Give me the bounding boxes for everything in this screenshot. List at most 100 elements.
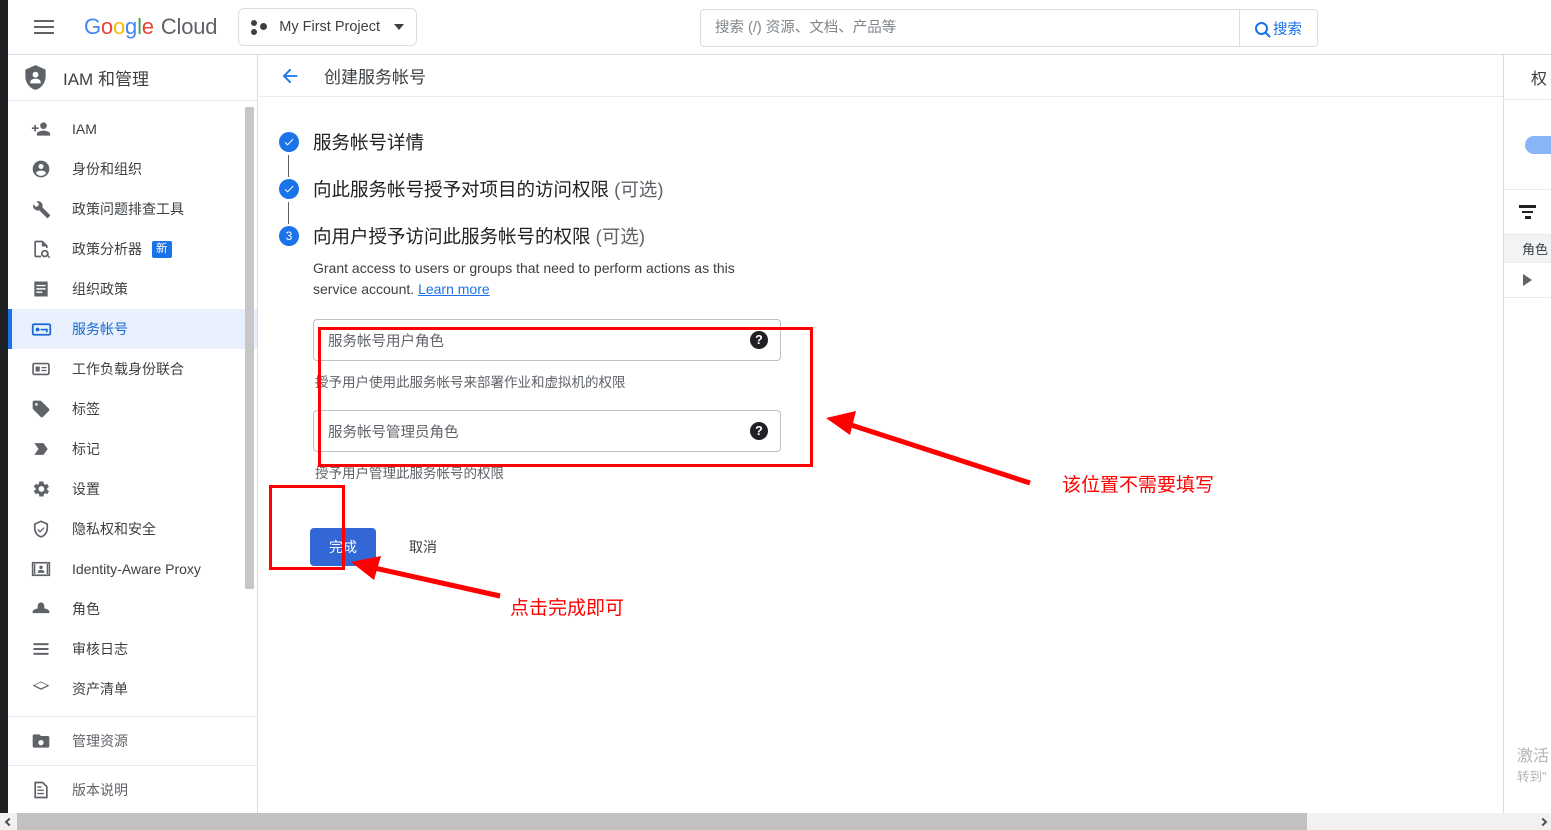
sidebar-item-workload-identity-federation[interactable]: 工作负载身份联合 bbox=[8, 349, 257, 389]
window-edge-strip bbox=[0, 0, 8, 813]
sidebar-item-labels[interactable]: 标签 bbox=[8, 389, 257, 429]
search-input[interactable] bbox=[701, 10, 1239, 46]
proxy-icon bbox=[30, 558, 52, 580]
wizard-steps: 服务帐号详情 向此服务帐号授予对项目的访问权限 (可选) 3 向用户授予访问此服… bbox=[259, 97, 1503, 566]
search-button-label: 搜索 bbox=[1273, 21, 1302, 38]
wizard-step-2[interactable]: 向此服务帐号授予对项目的访问权限 (可选) bbox=[279, 177, 1503, 202]
step-description: Grant access to users or groups that nee… bbox=[313, 258, 765, 300]
shield-person-icon bbox=[25, 65, 46, 90]
service-account-user-role-field[interactable]: 服务帐号用户角色 ? bbox=[313, 319, 781, 361]
sidebar-item-org-policies[interactable]: 组织政策 bbox=[8, 269, 257, 309]
sidebar-item-label: 标签 bbox=[72, 401, 100, 417]
step-connector bbox=[288, 202, 289, 224]
label-flag-icon bbox=[30, 438, 52, 460]
step-number-badge: 3 bbox=[279, 226, 299, 246]
sidebar-item-identity-org[interactable]: 身份和组织 bbox=[8, 149, 257, 189]
field-label: 服务帐号用户角色 bbox=[328, 333, 444, 350]
project-selector[interactable]: My First Project bbox=[238, 8, 417, 46]
sidebar-item-audit-logs[interactable]: 审核日志 bbox=[8, 629, 257, 669]
wrench-icon bbox=[30, 198, 52, 220]
scrollbar-track[interactable] bbox=[17, 813, 1534, 830]
filter-icon bbox=[1519, 205, 1536, 219]
field-hint: 授予用户使用此服务帐号来部署作业和虚拟机的权限 bbox=[315, 375, 626, 390]
sidebar-nav-list: IAM 身份和组织 政策问题排查工具 政策分析器 新 组织政策 服务帐号 工作负… bbox=[8, 101, 257, 716]
logo-cloud-text: Cloud bbox=[160, 14, 218, 39]
right-side-panel: 权 角色 bbox=[1503, 55, 1551, 813]
sidebar-item-label: 组织政策 bbox=[72, 281, 128, 297]
step-optional-tag: (可选) bbox=[614, 179, 664, 200]
sidebar-item-policy-troubleshooter[interactable]: 政策问题排查工具 bbox=[8, 189, 257, 229]
form-actions: 完成 取消 bbox=[310, 528, 1503, 566]
google-cloud-logo[interactable]: Google Cloud bbox=[84, 14, 217, 40]
sidebar-item-manage-resources[interactable]: 管理资源 bbox=[8, 717, 257, 765]
sidebar-item-service-accounts[interactable]: 服务帐号 bbox=[8, 309, 257, 349]
chevron-right-icon bbox=[1523, 274, 1532, 286]
audit-log-icon bbox=[30, 638, 52, 660]
sidebar-vertical-scrollbar[interactable] bbox=[245, 107, 254, 589]
release-notes-icon bbox=[30, 779, 52, 801]
role-fields-group: 服务帐号用户角色 ? 授予用户使用此服务帐号来部署作业和虚拟机的权限 服务帐号管… bbox=[313, 319, 783, 482]
learn-more-link[interactable]: Learn more bbox=[418, 281, 490, 297]
sidebar-item-release-notes[interactable]: 版本说明 bbox=[8, 766, 257, 814]
step-complete-icon bbox=[279, 179, 299, 199]
right-panel-column-header: 角色 bbox=[1504, 235, 1551, 263]
search-button[interactable]: 搜索 bbox=[1239, 10, 1317, 46]
sidebar-item-label: 政策问题排查工具 bbox=[72, 201, 184, 217]
right-panel-toggle-row bbox=[1504, 100, 1551, 190]
annotation-note-fields: 该位置不需要填写 bbox=[1062, 475, 1215, 496]
sidebar-item-settings[interactable]: 设置 bbox=[8, 469, 257, 509]
sidebar-item-iam[interactable]: IAM bbox=[8, 109, 257, 149]
done-button[interactable]: 完成 bbox=[310, 528, 376, 566]
horizontal-scrollbar[interactable] bbox=[0, 813, 1551, 830]
sidebar-item-roles[interactable]: 角色 bbox=[8, 589, 257, 629]
wizard-step-1[interactable]: 服务帐号详情 bbox=[279, 130, 1503, 155]
service-account-admin-role-field[interactable]: 服务帐号管理员角色 ? bbox=[313, 410, 781, 452]
step-label: 向此服务帐号授予对项目的访问权限 (可选) bbox=[313, 179, 664, 200]
chevron-left-icon bbox=[4, 817, 13, 826]
sidebar-item-asset-inventory[interactable]: 资产清单 bbox=[8, 669, 257, 709]
sidebar-item-label: IAM bbox=[72, 121, 97, 137]
sidebar-title: IAM 和管理 bbox=[63, 70, 149, 89]
account-circle-icon bbox=[30, 158, 52, 180]
sidebar-item-label: 政策分析器 bbox=[72, 241, 142, 257]
toggle-switch-on[interactable] bbox=[1525, 135, 1551, 154]
sidebar-item-identity-aware-proxy[interactable]: Identity-Aware Proxy bbox=[8, 549, 257, 589]
sidebar-item-label: 资产清单 bbox=[72, 681, 128, 697]
scrollbar-thumb[interactable] bbox=[17, 813, 1307, 830]
scroll-right-button[interactable] bbox=[1534, 813, 1551, 830]
sidebar-item-label: 身份和组织 bbox=[72, 161, 142, 177]
search-bar[interactable]: 搜索 bbox=[700, 9, 1318, 47]
filter-button[interactable] bbox=[1504, 190, 1551, 235]
page-title: 创建服务帐号 bbox=[324, 68, 426, 87]
field-hint: 授予用户管理此服务帐号的权限 bbox=[315, 466, 504, 481]
card-id-icon bbox=[30, 358, 52, 380]
service-account-key-icon bbox=[30, 318, 52, 340]
sidebar-item-tags[interactable]: 标记 bbox=[8, 429, 257, 469]
chevron-right-icon bbox=[1538, 817, 1547, 826]
annotation-note-button: 点击完成即可 bbox=[510, 598, 625, 619]
project-dots-icon bbox=[251, 18, 269, 36]
right-panel-expand-row[interactable] bbox=[1504, 263, 1551, 298]
step-description-text: Grant access to users or groups that nee… bbox=[313, 260, 735, 297]
sidebar-item-policy-analyzer[interactable]: 政策分析器 新 bbox=[8, 229, 257, 269]
list-document-icon bbox=[30, 278, 52, 300]
sidebar-item-privacy-security[interactable]: 隐私权和安全 bbox=[8, 509, 257, 549]
asset-inventory-icon bbox=[30, 678, 52, 700]
project-name: My First Project bbox=[279, 19, 380, 35]
new-badge: 新 bbox=[152, 240, 172, 258]
scroll-left-button[interactable] bbox=[0, 813, 17, 830]
search-icon bbox=[1255, 21, 1268, 35]
manage-resources-icon bbox=[30, 730, 52, 752]
cancel-button[interactable]: 取消 bbox=[401, 528, 445, 566]
step-label: 向用户授予访问此服务帐号的权限 (可选) bbox=[313, 226, 645, 247]
back-arrow-icon[interactable] bbox=[278, 64, 302, 88]
help-circle-icon[interactable]: ? bbox=[750, 331, 768, 349]
hamburger-icon[interactable] bbox=[20, 3, 68, 51]
wizard-step-3[interactable]: 3 向用户授予访问此服务帐号的权限 (可选) bbox=[279, 224, 1503, 249]
sidebar-header: IAM 和管理 bbox=[8, 55, 257, 101]
help-circle-icon[interactable]: ? bbox=[750, 422, 768, 440]
chevron-down-icon bbox=[394, 24, 404, 30]
gear-icon bbox=[30, 478, 52, 500]
sidebar-item-label: 审核日志 bbox=[72, 641, 128, 657]
sidebar-item-label: 角色 bbox=[72, 601, 100, 617]
